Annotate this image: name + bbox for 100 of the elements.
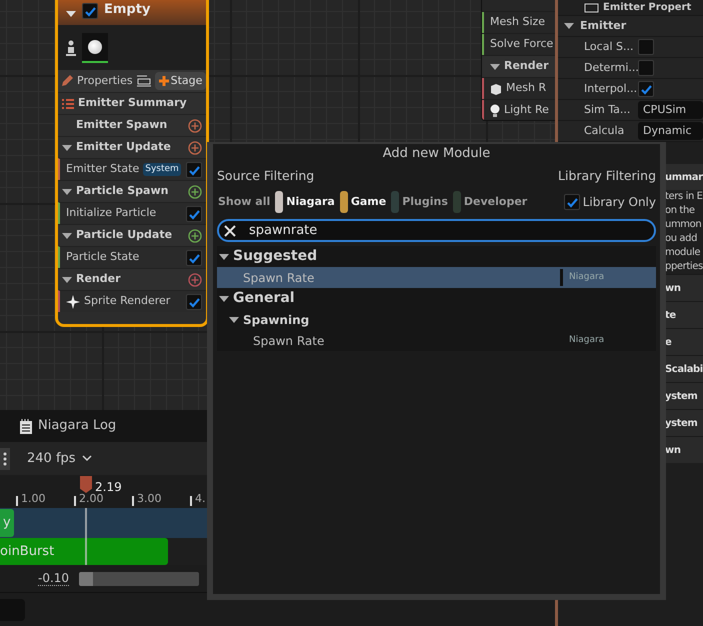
checkbox-label[interactable]: Library Only — [582, 193, 656, 212]
description-text: pperties — [665, 261, 703, 272]
section-header: ummar — [665, 170, 703, 184]
description-text: ters in E — [665, 191, 703, 202]
summary-label[interactable]: Emitter Summary — [78, 95, 187, 112]
time-tick-label: 1.00 — [21, 490, 46, 506]
property-label: Scalabi — [664, 362, 703, 376]
add-stage-button[interactable]: Stage — [154, 72, 206, 90]
filter-label: Game — [350, 194, 386, 210]
stage-label: Particle Spawn — [76, 183, 168, 200]
property-label: Calcula — [583, 122, 626, 139]
add-circle-icon[interactable] — [188, 272, 202, 286]
node-title: Empty — [104, 0, 150, 18]
caret-down-icon — [66, 9, 76, 19]
plus-icon — [158, 76, 169, 86]
module-label[interactable]: Emitter State — [66, 161, 140, 178]
module-label[interactable]: Particle State — [66, 249, 140, 266]
playhead-line — [85, 508, 87, 565]
stage-label: Render — [76, 271, 121, 288]
timeline-scrollbar[interactable] — [79, 572, 200, 586]
time-tick-label: 2.00 — [79, 492, 104, 506]
module-label[interactable]: Mesh Size — [490, 14, 546, 31]
pencil-icon — [60, 74, 74, 88]
close-icon[interactable] — [223, 224, 237, 238]
property-label: Determi... — [583, 60, 638, 76]
filter-label: Developer — [464, 194, 528, 210]
property-label: wn — [664, 444, 682, 458]
dropdown-field[interactable]: CPUSim — [638, 101, 703, 119]
checkbox[interactable] — [186, 206, 202, 222]
enable-checkbox[interactable] — [82, 3, 98, 19]
panel-title: Emitter Propert — [603, 1, 692, 15]
add-circle-icon[interactable] — [188, 228, 202, 242]
offset-value[interactable]: -0.10 — [38, 572, 70, 586]
stage-label: Emitter Spawn — [76, 117, 168, 134]
property-label: te — [664, 308, 677, 322]
module-name: Spawn Rate — [243, 270, 314, 287]
log-tab[interactable]: Niagara Log — [20, 416, 116, 436]
filter-toggle[interactable]: Niagara — [274, 191, 336, 214]
fps-dropdown[interactable]: 240 fps — [26, 448, 93, 470]
checkbox[interactable] — [186, 250, 202, 266]
stage-label: Render — [504, 58, 549, 74]
sparkle-icon — [66, 294, 80, 308]
scope-tag: System — [143, 162, 181, 176]
section-label: Library Filtering — [558, 166, 656, 185]
add-circle-icon[interactable] — [188, 118, 202, 132]
add-circle-icon[interactable] — [188, 184, 202, 198]
property-label: Local S... — [583, 38, 634, 55]
checkbox[interactable] — [638, 60, 654, 76]
filter-label: Plugins — [402, 194, 448, 210]
stage-label: Particle Update — [76, 227, 172, 244]
properties-tab[interactable]: Properties — [77, 72, 133, 90]
tab-label[interactable]: Niagara Log — [38, 416, 116, 436]
popup-title: Add new Module — [382, 145, 492, 163]
checkbox[interactable] — [186, 294, 202, 310]
caret-down-icon — [490, 62, 500, 72]
sphere-preview — [82, 32, 108, 62]
source-label: Niagara — [569, 334, 604, 347]
property-label: Sim Ta... — [583, 102, 632, 118]
filter-toggle[interactable]: Show all — [217, 194, 272, 210]
checkbox[interactable] — [638, 39, 654, 55]
time-tick-label: 4. — [195, 490, 206, 506]
section-label: Source Filtering — [217, 166, 314, 185]
dropdown-field[interactable]: Dynamic — [638, 122, 703, 140]
property-label: wn — [664, 282, 682, 296]
filter-toggle[interactable]: Game — [338, 191, 388, 214]
category-label[interactable]: General — [233, 288, 295, 310]
filter-toggle[interactable]: Developer — [452, 191, 528, 214]
property-label: ystem — [664, 416, 698, 430]
filter-toggle[interactable]: Plugins — [390, 191, 449, 214]
notepad-icon — [20, 418, 32, 434]
stage-label: Emitter Update — [76, 139, 171, 156]
module-label[interactable]: Solve Force — [490, 36, 554, 53]
time-tick-label: 3.00 — [137, 490, 162, 506]
module-label[interactable]: Initialize Particle — [66, 205, 156, 222]
playhead-time: 2.19 — [95, 479, 122, 494]
filter-label: Niagara — [286, 194, 335, 210]
checkbox[interactable] — [186, 162, 202, 178]
search-field[interactable]: spawnrate — [217, 219, 656, 242]
property-label: ystem — [664, 390, 698, 404]
description-text: ummon — [665, 219, 702, 230]
drag-handle-icon[interactable] — [0, 448, 10, 470]
add-circle-icon[interactable] — [188, 140, 202, 154]
module-name: Spawn Rate — [253, 332, 324, 350]
source-label: Niagara — [569, 271, 604, 284]
module-result[interactable]: Spawn Rate Niagara — [217, 267, 656, 288]
checkbox[interactable] — [564, 194, 580, 210]
caret-down-icon — [564, 21, 574, 31]
module-label[interactable]: Sprite Renderer — [84, 293, 170, 310]
list-icon — [62, 98, 74, 108]
person-icon — [66, 40, 76, 56]
category-label[interactable]: Suggested — [233, 246, 318, 268]
module-label[interactable]: Mesh R — [506, 80, 546, 97]
module-label[interactable]: Light Re — [504, 102, 549, 119]
chevron-down-icon — [82, 455, 92, 462]
cube-icon — [490, 82, 502, 94]
playhead-marker[interactable] — [80, 476, 92, 493]
description-text: module — [665, 247, 700, 258]
checkbox[interactable] — [638, 81, 654, 97]
category-label[interactable]: Spawning — [243, 310, 310, 329]
module-result[interactable]: Spawn Rate Niagara — [217, 330, 656, 352]
